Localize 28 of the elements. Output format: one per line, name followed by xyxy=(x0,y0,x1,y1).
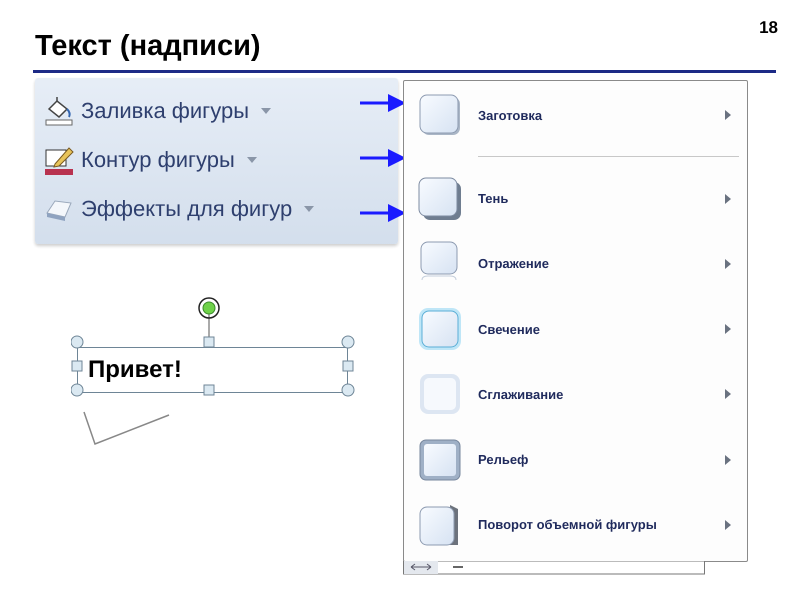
ribbon-button[interactable]: Заливка фигуры xyxy=(43,94,272,127)
menu-item[interactable]: Свечение xyxy=(416,305,739,354)
slide-number: 18 xyxy=(759,18,778,38)
submenu-arrow-icon xyxy=(725,389,731,400)
rounded-square-icon xyxy=(416,174,464,223)
ribbon-button[interactable]: Эффекты для фигур xyxy=(43,193,314,226)
caret-icon xyxy=(304,206,314,212)
submenu-arrow-icon xyxy=(725,520,731,530)
menu-item[interactable]: Заготовка xyxy=(416,91,739,139)
submenu-arrow-icon xyxy=(725,110,731,120)
paint-bucket-icon xyxy=(43,94,75,127)
caret-icon xyxy=(246,156,257,163)
submenu-arrow-icon xyxy=(725,324,731,334)
text-box-text: Привет! xyxy=(88,356,182,384)
menu-item[interactable]: Рельеф xyxy=(416,436,739,484)
pointer-arrow xyxy=(360,203,406,223)
menu-item[interactable]: Поворот объемной фигуры xyxy=(416,500,739,549)
submenu-arrow-icon xyxy=(725,194,731,204)
pointer-arrow xyxy=(360,93,406,113)
menu-item[interactable]: Тень xyxy=(416,174,739,223)
submenu-arrow-icon xyxy=(725,454,731,465)
pointer-arrow xyxy=(360,148,406,168)
ribbon-button[interactable]: Контур фигуры xyxy=(43,144,257,176)
menu-item[interactable]: Сглаживание xyxy=(416,370,739,418)
caret-icon xyxy=(261,108,272,114)
slide-title: Текст (надписи) xyxy=(35,30,261,63)
submenu-arrow-icon xyxy=(725,258,731,269)
menu-item[interactable]: Отражение xyxy=(416,240,739,288)
